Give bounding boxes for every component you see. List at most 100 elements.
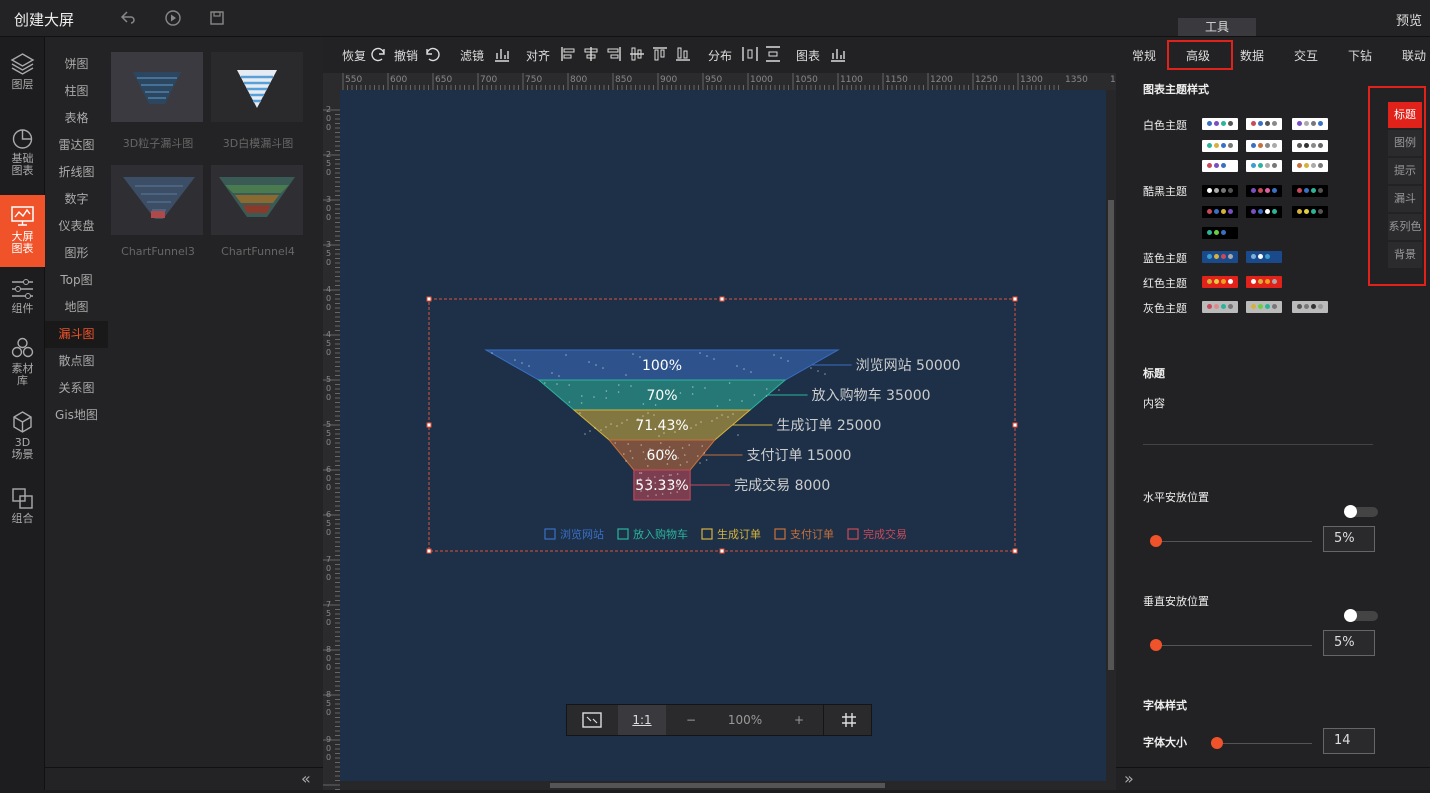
- side-tab-legend[interactable]: 图例: [1388, 130, 1422, 156]
- scroll-thumb[interactable]: [550, 783, 885, 788]
- distribute-h-icon[interactable]: [741, 45, 759, 63]
- tools-tab[interactable]: 工具: [1178, 18, 1256, 36]
- align-left-icon[interactable]: [559, 45, 577, 63]
- preview-button[interactable]: 预览: [1396, 10, 1422, 29]
- redo-button[interactable]: 恢复: [342, 47, 366, 64]
- side-tab-tooltip[interactable]: 提示: [1388, 158, 1422, 184]
- undo-icon[interactable]: [423, 45, 441, 63]
- theme-swatch[interactable]: [1202, 185, 1238, 197]
- category-item[interactable]: 散点图: [45, 348, 108, 375]
- h-position-input[interactable]: 5%: [1323, 526, 1375, 552]
- theme-swatch[interactable]: [1202, 140, 1238, 152]
- font-size-slider[interactable]: [1211, 737, 1223, 749]
- theme-swatch[interactable]: [1246, 251, 1282, 263]
- theme-swatch[interactable]: [1202, 160, 1238, 172]
- align-bottom-icon[interactable]: [674, 45, 692, 63]
- side-tab-background[interactable]: 背景: [1388, 242, 1422, 268]
- category-item[interactable]: 雷达图: [45, 132, 108, 159]
- tab-interaction[interactable]: 交互: [1294, 47, 1318, 64]
- nav-components[interactable]: 组件: [0, 275, 45, 321]
- h-position-track[interactable]: [1150, 541, 1312, 542]
- align-right-icon[interactable]: [605, 45, 623, 63]
- theme-swatch[interactable]: [1246, 206, 1282, 218]
- collapse-left-icon[interactable]: «: [301, 769, 311, 788]
- thumb-chart-funnel3[interactable]: [111, 165, 203, 235]
- distribute-button[interactable]: 分布: [708, 47, 732, 64]
- theme-swatch[interactable]: [1202, 206, 1238, 218]
- nav-layers[interactable]: 图层: [0, 51, 45, 101]
- category-item[interactable]: 柱图: [45, 78, 108, 105]
- theme-swatch[interactable]: [1292, 206, 1328, 218]
- nav-screen-charts[interactable]: 大屏图表: [0, 195, 45, 267]
- theme-swatch[interactable]: [1202, 276, 1238, 288]
- chart-button[interactable]: 图表: [796, 47, 820, 64]
- align-top-icon[interactable]: [651, 45, 669, 63]
- vertical-scrollbar[interactable]: [1106, 90, 1116, 790]
- v-position-toggle[interactable]: [1344, 609, 1378, 622]
- save-icon[interactable]: [207, 9, 227, 29]
- collapse-right-icon[interactable]: »: [1124, 769, 1134, 788]
- content-input-underline[interactable]: [1143, 444, 1373, 445]
- h-position-slider[interactable]: [1150, 535, 1162, 547]
- redo-icon[interactable]: [370, 45, 388, 63]
- theme-swatch[interactable]: [1292, 118, 1328, 130]
- funnel-chart[interactable]: 100% 浏览网站 50000 70% 放入购物车 35000 71.43% 生成订单 2…: [340, 90, 1106, 790]
- theme-swatch[interactable]: [1202, 301, 1238, 313]
- category-item[interactable]: 地图: [45, 294, 108, 321]
- tab-data[interactable]: 数据: [1240, 47, 1264, 64]
- theme-swatch[interactable]: [1292, 160, 1328, 172]
- zoom-out-button[interactable]: −: [667, 705, 715, 735]
- theme-swatch[interactable]: [1246, 160, 1282, 172]
- scroll-thumb[interactable]: [1108, 200, 1114, 670]
- theme-swatch[interactable]: [1292, 185, 1328, 197]
- align-middle-v-icon[interactable]: [628, 45, 646, 63]
- h-position-toggle[interactable]: [1344, 505, 1378, 518]
- thumb-3d-particle-funnel[interactable]: [111, 52, 203, 122]
- category-item[interactable]: 关系图: [45, 375, 108, 402]
- v-position-slider[interactable]: [1150, 639, 1162, 651]
- align-center-h-icon[interactable]: [582, 45, 600, 63]
- theme-swatch[interactable]: [1292, 140, 1328, 152]
- theme-swatch[interactable]: [1246, 276, 1282, 288]
- theme-swatch[interactable]: [1202, 251, 1238, 263]
- back-icon[interactable]: [118, 9, 138, 29]
- play-icon[interactable]: [163, 9, 183, 29]
- ratio-1-1-button[interactable]: 1:1: [618, 705, 666, 735]
- theme-swatch[interactable]: [1202, 227, 1238, 239]
- category-item[interactable]: Top图: [45, 267, 108, 294]
- zoom-in-button[interactable]: +: [775, 705, 823, 735]
- theme-swatch[interactable]: [1292, 301, 1328, 313]
- font-size-input[interactable]: 14: [1323, 728, 1375, 754]
- category-item[interactable]: 饼图: [45, 51, 108, 78]
- v-position-track[interactable]: [1150, 645, 1312, 646]
- theme-swatch[interactable]: [1202, 118, 1238, 130]
- theme-swatch[interactable]: [1246, 140, 1282, 152]
- design-canvas[interactable]: 100% 浏览网站 50000 70% 放入购物车 35000 71.43% 生成订单 2…: [340, 90, 1106, 790]
- chart-icon[interactable]: [829, 45, 847, 63]
- align-button[interactable]: 对齐: [526, 47, 550, 64]
- nav-group[interactable]: 组合: [0, 485, 45, 531]
- font-size-track[interactable]: [1211, 743, 1312, 744]
- bar-chart-icon[interactable]: [493, 45, 511, 63]
- nav-assets[interactable]: 素材库: [0, 335, 45, 395]
- side-tab-title[interactable]: 标题: [1388, 102, 1422, 128]
- thumb-chart-funnel4[interactable]: [211, 165, 303, 235]
- undo-button[interactable]: 撤销: [394, 47, 418, 64]
- theme-swatch[interactable]: [1246, 118, 1282, 130]
- side-tab-series-color[interactable]: 系列色: [1388, 214, 1422, 240]
- tab-drilldown[interactable]: 下钻: [1348, 47, 1372, 64]
- category-item[interactable]: 仪表盘: [45, 213, 108, 240]
- category-item[interactable]: 表格: [45, 105, 108, 132]
- category-item[interactable]: 数字: [45, 186, 108, 213]
- horizontal-scrollbar[interactable]: [340, 781, 1106, 790]
- category-item[interactable]: Gis地图: [45, 402, 108, 429]
- tab-linkage[interactable]: 联动: [1402, 47, 1426, 64]
- fit-screen-icon[interactable]: [567, 705, 617, 735]
- category-item[interactable]: 折线图: [45, 159, 108, 186]
- v-position-input[interactable]: 5%: [1323, 630, 1375, 656]
- nav-3d-scene[interactable]: 3D场景: [0, 409, 45, 469]
- nav-basic-charts[interactable]: 基础图表: [0, 125, 45, 185]
- side-tab-funnel[interactable]: 漏斗: [1388, 186, 1422, 212]
- filter-button[interactable]: 滤镜: [460, 47, 484, 64]
- grid-icon[interactable]: [823, 705, 873, 735]
